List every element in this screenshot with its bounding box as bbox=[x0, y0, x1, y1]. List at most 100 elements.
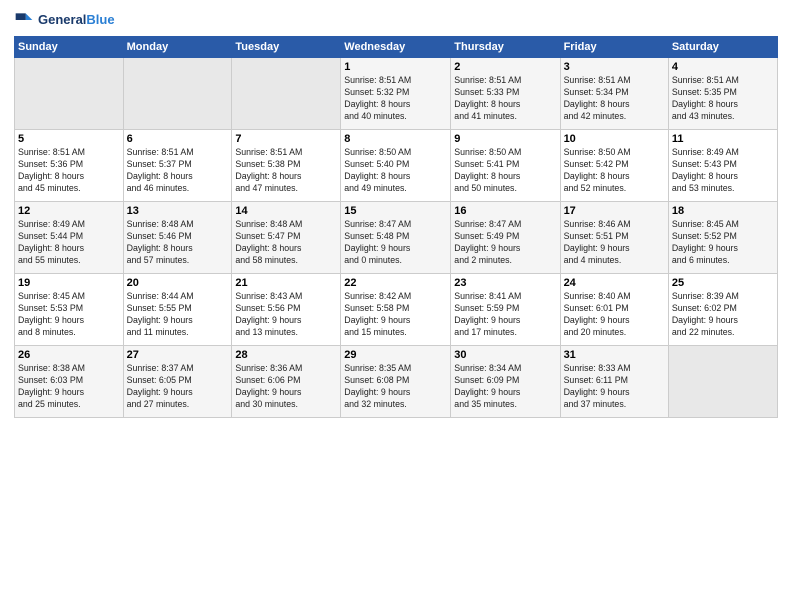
calendar-week-1: 1 Sunrise: 8:51 AM Sunset: 5:32 PM Daylig… bbox=[15, 58, 778, 130]
weekday-header-sunday: Sunday bbox=[15, 37, 124, 58]
weekday-header-friday: Friday bbox=[560, 37, 668, 58]
day-info: Sunrise: 8:33 AM Sunset: 6:11 PM Dayligh… bbox=[564, 363, 665, 411]
day-info: Sunrise: 8:50 AM Sunset: 5:42 PM Dayligh… bbox=[564, 147, 665, 195]
day-info: Sunrise: 8:48 AM Sunset: 5:46 PM Dayligh… bbox=[127, 219, 229, 267]
day-number: 5 bbox=[18, 133, 120, 145]
day-number: 19 bbox=[18, 277, 120, 289]
calendar-week-3: 12 Sunrise: 8:49 AM Sunset: 5:44 PM Dayli… bbox=[15, 202, 778, 274]
day-number: 3 bbox=[564, 61, 665, 73]
day-info: Sunrise: 8:39 AM Sunset: 6:02 PM Dayligh… bbox=[672, 291, 774, 339]
day-info: Sunrise: 8:51 AM Sunset: 5:37 PM Dayligh… bbox=[127, 147, 229, 195]
calendar-cell: 31 Sunrise: 8:33 AM Sunset: 6:11 PM Dayli… bbox=[560, 346, 668, 418]
day-info: Sunrise: 8:51 AM Sunset: 5:33 PM Dayligh… bbox=[454, 75, 556, 123]
day-info: Sunrise: 8:48 AM Sunset: 5:47 PM Dayligh… bbox=[235, 219, 337, 267]
day-number: 29 bbox=[344, 349, 447, 361]
day-number: 30 bbox=[454, 349, 556, 361]
day-info: Sunrise: 8:42 AM Sunset: 5:58 PM Dayligh… bbox=[344, 291, 447, 339]
weekday-header-row: SundayMondayTuesdayWednesdayThursdayFrid… bbox=[15, 37, 778, 58]
day-info: Sunrise: 8:51 AM Sunset: 5:38 PM Dayligh… bbox=[235, 147, 337, 195]
calendar-cell: 9 Sunrise: 8:50 AM Sunset: 5:41 PM Daylig… bbox=[451, 130, 560, 202]
calendar-cell: 18 Sunrise: 8:45 AM Sunset: 5:52 PM Dayli… bbox=[668, 202, 777, 274]
weekday-header-monday: Monday bbox=[123, 37, 232, 58]
weekday-header-thursday: Thursday bbox=[451, 37, 560, 58]
day-info: Sunrise: 8:41 AM Sunset: 5:59 PM Dayligh… bbox=[454, 291, 556, 339]
day-info: Sunrise: 8:46 AM Sunset: 5:51 PM Dayligh… bbox=[564, 219, 665, 267]
day-number: 14 bbox=[235, 205, 337, 217]
logo: GeneralBlue bbox=[14, 10, 115, 30]
day-number: 11 bbox=[672, 133, 774, 145]
day-number: 31 bbox=[564, 349, 665, 361]
day-number: 2 bbox=[454, 61, 556, 73]
calendar-cell: 13 Sunrise: 8:48 AM Sunset: 5:46 PM Dayli… bbox=[123, 202, 232, 274]
calendar-cell: 28Sunrise: 8:36 AM Sunset: 6:06 PM Dayli… bbox=[232, 346, 341, 418]
calendar-cell: 24 Sunrise: 8:40 AM Sunset: 6:01 PM Dayli… bbox=[560, 274, 668, 346]
calendar-cell: 3 Sunrise: 8:51 AM Sunset: 5:34 PM Daylig… bbox=[560, 58, 668, 130]
weekday-header-wednesday: Wednesday bbox=[341, 37, 451, 58]
day-number: 12 bbox=[18, 205, 120, 217]
day-number: 18 bbox=[672, 205, 774, 217]
day-info: Sunrise: 8:38 AM Sunset: 6:03 PM Dayligh… bbox=[18, 363, 120, 411]
day-info: Sunrise: 8:47 AM Sunset: 5:48 PM Dayligh… bbox=[344, 219, 447, 267]
day-number: 24 bbox=[564, 277, 665, 289]
day-info: Sunrise: 8:47 AM Sunset: 5:49 PM Dayligh… bbox=[454, 219, 556, 267]
day-number: 21 bbox=[235, 277, 337, 289]
calendar-cell: 12 Sunrise: 8:49 AM Sunset: 5:44 PM Dayli… bbox=[15, 202, 124, 274]
day-number: 6 bbox=[127, 133, 229, 145]
logo-icon bbox=[14, 10, 34, 30]
calendar-cell: 8 Sunrise: 8:50 AM Sunset: 5:40 PM Daylig… bbox=[341, 130, 451, 202]
calendar-week-5: 26 Sunrise: 8:38 AM Sunset: 6:03 PM Dayli… bbox=[15, 346, 778, 418]
calendar-cell: 2 Sunrise: 8:51 AM Sunset: 5:33 PM Daylig… bbox=[451, 58, 560, 130]
day-info: Sunrise: 8:44 AM Sunset: 5:55 PM Dayligh… bbox=[127, 291, 229, 339]
calendar-cell: 21Sunrise: 8:43 AM Sunset: 5:56 PM Dayli… bbox=[232, 274, 341, 346]
calendar-cell: 30 Sunrise: 8:34 AM Sunset: 6:09 PM Dayli… bbox=[451, 346, 560, 418]
page: GeneralBlue SundayMondayTuesdayWednesday… bbox=[0, 0, 792, 612]
day-number: 9 bbox=[454, 133, 556, 145]
calendar-cell: 23 Sunrise: 8:41 AM Sunset: 5:59 PM Dayli… bbox=[451, 274, 560, 346]
day-number: 10 bbox=[564, 133, 665, 145]
day-info: Sunrise: 8:45 AM Sunset: 5:53 PM Dayligh… bbox=[18, 291, 120, 339]
day-number: 23 bbox=[454, 277, 556, 289]
day-info: Sunrise: 8:45 AM Sunset: 5:52 PM Dayligh… bbox=[672, 219, 774, 267]
calendar-cell: 4Sunrise: 8:51 AM Sunset: 5:35 PM Daylig… bbox=[668, 58, 777, 130]
day-info: Sunrise: 8:40 AM Sunset: 6:01 PM Dayligh… bbox=[564, 291, 665, 339]
calendar-cell: 7Sunrise: 8:51 AM Sunset: 5:38 PM Daylig… bbox=[232, 130, 341, 202]
calendar-cell: 27Sunrise: 8:37 AM Sunset: 6:05 PM Dayli… bbox=[123, 346, 232, 418]
header: GeneralBlue bbox=[14, 10, 778, 30]
day-number: 16 bbox=[454, 205, 556, 217]
day-info: Sunrise: 8:35 AM Sunset: 6:08 PM Dayligh… bbox=[344, 363, 447, 411]
calendar-cell: 15 Sunrise: 8:47 AM Sunset: 5:48 PM Dayli… bbox=[341, 202, 451, 274]
calendar-cell: 20Sunrise: 8:44 AM Sunset: 5:55 PM Dayli… bbox=[123, 274, 232, 346]
day-number: 13 bbox=[127, 205, 229, 217]
weekday-header-saturday: Saturday bbox=[668, 37, 777, 58]
calendar-cell: 26 Sunrise: 8:38 AM Sunset: 6:03 PM Dayli… bbox=[15, 346, 124, 418]
day-info: Sunrise: 8:51 AM Sunset: 5:32 PM Dayligh… bbox=[344, 75, 447, 123]
logo-text: GeneralBlue bbox=[38, 12, 115, 28]
weekday-header-tuesday: Tuesday bbox=[232, 37, 341, 58]
calendar-cell: 5 Sunrise: 8:51 AM Sunset: 5:36 PM Daylig… bbox=[15, 130, 124, 202]
calendar-table: SundayMondayTuesdayWednesdayThursdayFrid… bbox=[14, 36, 778, 418]
calendar-week-2: 5 Sunrise: 8:51 AM Sunset: 5:36 PM Daylig… bbox=[15, 130, 778, 202]
calendar-week-4: 19 Sunrise: 8:45 AM Sunset: 5:53 PM Dayli… bbox=[15, 274, 778, 346]
day-info: Sunrise: 8:37 AM Sunset: 6:05 PM Dayligh… bbox=[127, 363, 229, 411]
day-number: 15 bbox=[344, 205, 447, 217]
calendar-cell: 16 Sunrise: 8:47 AM Sunset: 5:49 PM Dayli… bbox=[451, 202, 560, 274]
calendar-cell: 29 Sunrise: 8:35 AM Sunset: 6:08 PM Dayli… bbox=[341, 346, 451, 418]
day-number: 26 bbox=[18, 349, 120, 361]
calendar-cell: 19 Sunrise: 8:45 AM Sunset: 5:53 PM Dayli… bbox=[15, 274, 124, 346]
calendar-cell: 11Sunrise: 8:49 AM Sunset: 5:43 PM Dayli… bbox=[668, 130, 777, 202]
calendar-cell: 10 Sunrise: 8:50 AM Sunset: 5:42 PM Dayli… bbox=[560, 130, 668, 202]
day-info: Sunrise: 8:49 AM Sunset: 5:44 PM Dayligh… bbox=[18, 219, 120, 267]
day-number: 1 bbox=[344, 61, 447, 73]
day-info: Sunrise: 8:51 AM Sunset: 5:35 PM Dayligh… bbox=[672, 75, 774, 123]
calendar-cell: 25Sunrise: 8:39 AM Sunset: 6:02 PM Dayli… bbox=[668, 274, 777, 346]
calendar-cell bbox=[232, 58, 341, 130]
calendar-cell: 6 Sunrise: 8:51 AM Sunset: 5:37 PM Daylig… bbox=[123, 130, 232, 202]
day-info: Sunrise: 8:50 AM Sunset: 5:41 PM Dayligh… bbox=[454, 147, 556, 195]
day-number: 8 bbox=[344, 133, 447, 145]
calendar-cell bbox=[15, 58, 124, 130]
calendar-cell: 22Sunrise: 8:42 AM Sunset: 5:58 PM Dayli… bbox=[341, 274, 451, 346]
day-info: Sunrise: 8:51 AM Sunset: 5:36 PM Dayligh… bbox=[18, 147, 120, 195]
day-info: Sunrise: 8:34 AM Sunset: 6:09 PM Dayligh… bbox=[454, 363, 556, 411]
day-info: Sunrise: 8:51 AM Sunset: 5:34 PM Dayligh… bbox=[564, 75, 665, 123]
day-info: Sunrise: 8:50 AM Sunset: 5:40 PM Dayligh… bbox=[344, 147, 447, 195]
